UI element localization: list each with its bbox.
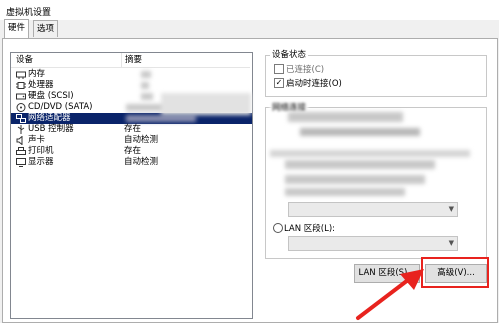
device-name: 硬盘 (SCSI): [28, 91, 74, 101]
redacted-option: [288, 112, 403, 122]
network-icon: [16, 114, 26, 123]
connected-label: 已连接(C): [286, 65, 325, 75]
device-summary: 存在: [124, 146, 142, 156]
display-icon: [16, 158, 26, 167]
column-header-device[interactable]: 设备: [11, 53, 122, 68]
sound-icon: [16, 136, 23, 145]
redacted-summary: [126, 115, 196, 122]
cpu-icon: [16, 82, 26, 89]
device-name: CD/DVD (SATA): [28, 102, 93, 112]
window-title: 虚拟机设置: [6, 8, 52, 18]
lan-segment-select[interactable]: ▼: [288, 236, 458, 251]
device-name: 声卡: [28, 135, 46, 145]
device-name: 网络适配器: [28, 113, 71, 123]
device-name: 处理器: [28, 80, 54, 90]
usb-icon: [17, 125, 25, 134]
connected-checkbox[interactable]: [274, 64, 284, 74]
device-status-group: [265, 55, 487, 97]
device-row-printer[interactable]: 打印机 存在: [11, 146, 252, 157]
tab-hardware[interactable]: 硬件: [4, 19, 30, 38]
chevron-down-icon: ▼: [448, 205, 454, 213]
redacted-summary: [141, 71, 151, 78]
title-bar: 虚拟机设置: [0, 0, 499, 20]
chevron-down-icon: ▼: [448, 239, 454, 247]
device-summary: 自动检测: [124, 135, 159, 145]
device-name: 打印机: [28, 146, 54, 156]
redacted-option: [285, 175, 425, 184]
device-summary: 存在: [124, 124, 142, 134]
device-row-display[interactable]: 显示器 自动检测: [11, 157, 252, 168]
highlight-box: [421, 257, 489, 288]
redacted-option: [285, 160, 435, 169]
device-list[interactable]: 设备 摘要 内存 处理器 硬盘 (SCSI) CD/DVD (SATA) 网络适…: [10, 52, 253, 319]
redacted-option: [300, 128, 420, 136]
redaction-overlay: [161, 93, 251, 115]
printer-icon: [16, 147, 26, 155]
device-row-sound[interactable]: 声卡 自动检测: [11, 135, 252, 146]
annotation-arrow-icon: [356, 269, 424, 320]
disk-icon: [16, 93, 26, 100]
device-status-title: 设备状态: [270, 48, 309, 60]
redacted-summary: [141, 93, 153, 100]
tab-strip: 硬件 选项: [0, 19, 499, 38]
device-name: USB 控制器: [28, 124, 74, 134]
device-name: 显示器: [28, 157, 54, 167]
device-row-processor[interactable]: 处理器: [11, 80, 252, 91]
redacted-option: [285, 188, 405, 196]
connect-on-power-checkbox[interactable]: ✓: [274, 78, 284, 88]
connect-on-power-label: 启动时连接(O): [286, 79, 342, 89]
memory-icon: [16, 71, 26, 79]
cd-icon: [16, 103, 26, 112]
lan-segment-radio[interactable]: [273, 223, 283, 233]
custom-network-select[interactable]: ▼: [288, 202, 458, 217]
device-row-memory[interactable]: 内存: [11, 69, 252, 80]
lan-segment-label: LAN 区段(L):: [284, 224, 336, 234]
device-row-usb[interactable]: USB 控制器 存在: [11, 124, 252, 135]
redacted-option: [270, 150, 470, 157]
tab-options[interactable]: 选项: [33, 20, 59, 37]
device-name: 内存: [28, 69, 46, 79]
device-summary: 自动检测: [124, 157, 159, 167]
column-header-summary[interactable]: 摘要: [122, 53, 250, 68]
redacted-summary: [141, 82, 149, 89]
